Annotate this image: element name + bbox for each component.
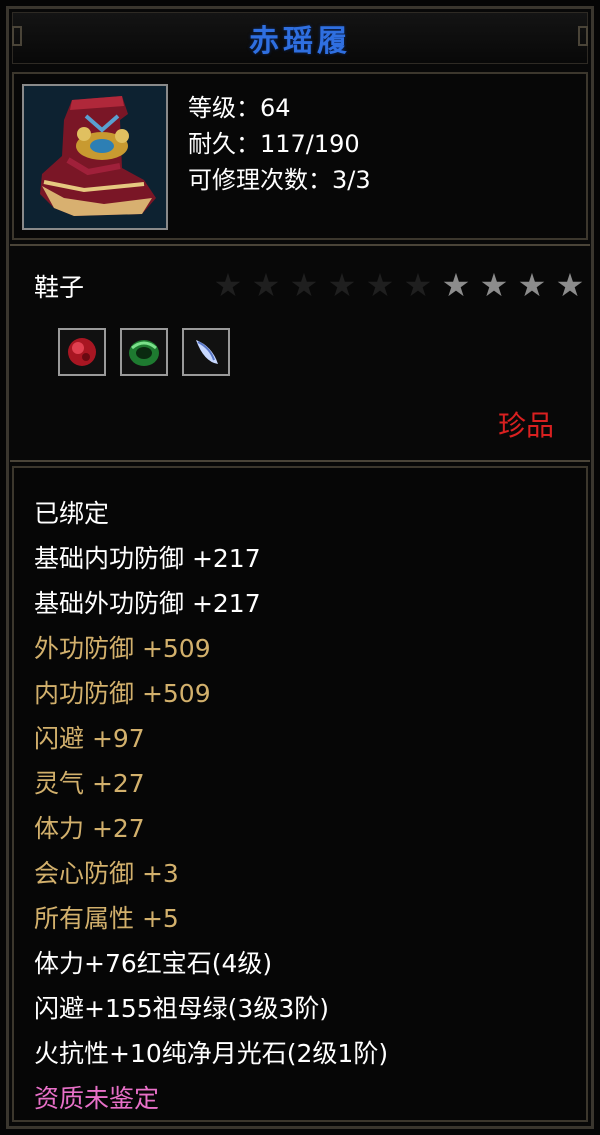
- level-line: 等级：64: [188, 94, 291, 122]
- attribute-line: 外功防御 +509: [34, 634, 211, 663]
- divider: [10, 244, 590, 246]
- item-type: 鞋子: [34, 273, 85, 302]
- repair-count-line: 可修理次数：3/3: [188, 166, 371, 194]
- attribute-line: 闪避 +97: [34, 724, 145, 753]
- star-icon: ★: [251, 266, 281, 304]
- attribute-line: 基础内功防御 +217: [34, 544, 261, 573]
- star-icon: ★: [365, 266, 395, 304]
- star-icon: ★: [441, 266, 471, 304]
- attribute-line: 所有属性 +5: [34, 904, 179, 933]
- star-icon: ★: [289, 266, 319, 304]
- ruby-gem-icon[interactable]: [58, 328, 106, 376]
- attribute-line: 资质未鉴定: [34, 1084, 160, 1113]
- attribute-line: 闪避+155祖母绿(3级3阶): [34, 994, 329, 1023]
- emerald-gem-icon[interactable]: [120, 328, 168, 376]
- title-bar: 赤瑶履: [12, 12, 588, 64]
- star-icon: ★: [555, 266, 585, 304]
- attribute-line: 体力 +27: [34, 814, 145, 843]
- divider: [10, 460, 590, 462]
- durability-line: 耐久：117/190: [188, 130, 360, 158]
- attribute-line: 火抗性+10纯净月光石(2级1阶): [34, 1039, 389, 1068]
- attribute-line: 已绑定: [34, 499, 110, 528]
- moonstone-gem-icon[interactable]: [182, 328, 230, 376]
- frame-ornament: [12, 26, 22, 46]
- attribute-line: 会心防御 +3: [34, 859, 179, 888]
- attribute-line: 灵气 +27: [34, 769, 145, 798]
- attribute-line: 内功防御 +509: [34, 679, 211, 708]
- item-name: 赤瑶履: [249, 24, 351, 59]
- boot-icon: [22, 84, 168, 230]
- attribute-line: 基础外功防御 +217: [34, 589, 261, 618]
- quality-label: 珍品: [497, 409, 554, 442]
- star-icon: ★: [327, 266, 357, 304]
- star-icon: ★: [403, 266, 433, 304]
- star-icon: ★: [213, 266, 243, 304]
- star-rating: ★ ★ ★ ★ ★ ★ ★ ★ ★ ★: [210, 268, 588, 302]
- attribute-line: 体力+76红宝石(4级): [34, 949, 273, 978]
- frame-ornament: [578, 26, 588, 46]
- star-icon: ★: [517, 266, 547, 304]
- star-icon: ★: [479, 266, 509, 304]
